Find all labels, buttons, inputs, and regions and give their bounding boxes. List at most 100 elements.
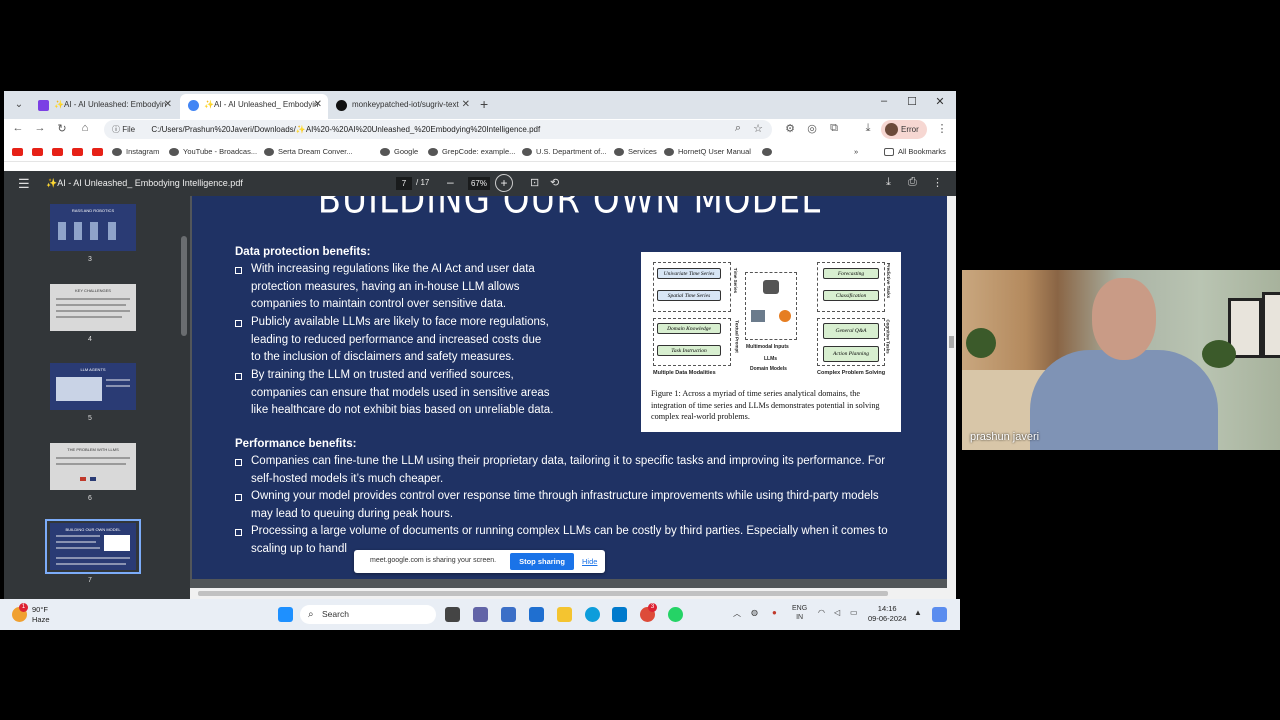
pill-general-qa: General Q&A bbox=[823, 323, 879, 339]
battery-icon[interactable]: ▭ bbox=[850, 608, 858, 617]
all-bookmarks[interactable]: All Bookmarks bbox=[884, 146, 946, 158]
wifi-icon[interactable]: ◠ bbox=[818, 608, 825, 617]
tab-1[interactable]: ✨AI - AI Unleashed: Embodyin ✕ bbox=[30, 94, 178, 119]
url-text: C:/Users/Prashun%20Javeri/Downloads/✨AI%… bbox=[151, 125, 541, 134]
close-window-icon[interactable]: ✕ bbox=[930, 95, 950, 108]
pdf-menu-icon[interactable]: ☰ bbox=[18, 176, 30, 192]
thumbnail-page-7[interactable]: BUILDING OUR OWN MODEL bbox=[50, 523, 136, 570]
fit-page-icon[interactable]: ⊡ bbox=[530, 176, 539, 189]
taskbar-search[interactable]: ⌕ Search bbox=[300, 605, 436, 624]
tray-overflow-icon[interactable]: ︿ bbox=[733, 608, 741, 619]
bookmark-google[interactable]: Google bbox=[380, 146, 418, 158]
bookmark-youtube-broadcast[interactable]: YouTube - Broadcas... bbox=[169, 146, 257, 158]
thumbnail-number: 7 bbox=[88, 577, 92, 584]
forward-icon[interactable]: → bbox=[32, 122, 48, 134]
sidebar-scrollbar[interactable] bbox=[181, 236, 187, 336]
page-total: / 17 bbox=[416, 178, 430, 187]
page-number-input[interactable]: 7 bbox=[396, 177, 412, 190]
tab-3[interactable]: monkeypatched-iot/sugriv-text ✕ bbox=[328, 94, 476, 119]
bookmark-services[interactable]: Services bbox=[614, 146, 657, 158]
pdf-more-icon[interactable]: ⋮ bbox=[932, 176, 943, 189]
bookmarks-overflow-icon[interactable]: » bbox=[854, 146, 858, 158]
rotate-icon[interactable]: ⟲ bbox=[550, 176, 559, 189]
thumbnail-page-3[interactable]: RASS AND ROBOTICS bbox=[50, 204, 136, 251]
home-icon[interactable]: ⌂ bbox=[77, 122, 93, 134]
thumbnail-page-4[interactable]: KEY CHALLENGES bbox=[50, 284, 136, 331]
thumbnail-number: 5 bbox=[88, 415, 92, 422]
windows-taskbar: 1 90°F Haze ⌕ Search 3 ︿ ◍ ● ENG IN ◠ ◁ ▭ 1… bbox=[0, 599, 960, 630]
whatsapp-icon[interactable] bbox=[668, 607, 683, 622]
thumbnail-page-5[interactable]: LLM AGENTS bbox=[50, 363, 136, 410]
youtube-bookmark-icon[interactable] bbox=[92, 148, 103, 156]
youtube-bookmark-icon[interactable] bbox=[72, 148, 83, 156]
bookmark-extra-icon[interactable] bbox=[762, 146, 776, 158]
tab-search-icon[interactable]: ⌄ bbox=[10, 96, 28, 114]
vscode-icon[interactable] bbox=[612, 607, 627, 622]
label-domain-models: Domain Models bbox=[750, 366, 787, 372]
minimize-icon[interactable]: – bbox=[874, 95, 894, 107]
download-icon[interactable]: ⤓ bbox=[860, 122, 876, 135]
youtube-bookmark-icon[interactable] bbox=[32, 148, 43, 156]
document-vertical-scrollbar[interactable] bbox=[947, 196, 956, 588]
maximize-icon[interactable]: ☐ bbox=[902, 95, 922, 108]
bookmark-hornetq[interactable]: HornetQ User Manual bbox=[664, 146, 751, 158]
zoom-input[interactable]: 67% bbox=[468, 177, 490, 190]
browser-toolbar: ← → ↻ ⌂ ⓘ File C:/Users/Prashun%20Javeri… bbox=[4, 119, 956, 141]
new-tab-icon[interactable]: + bbox=[480, 96, 488, 112]
bookmark-serta[interactable]: Serta Dream Conver... bbox=[264, 146, 353, 158]
edge-icon[interactable] bbox=[585, 607, 600, 622]
zoom-icon[interactable]: ⌕ bbox=[730, 122, 746, 135]
file-info-badge[interactable]: ⓘ File bbox=[112, 125, 141, 134]
zoom-out-icon[interactable]: – bbox=[447, 175, 454, 189]
document-horizontal-scrollbar[interactable] bbox=[190, 588, 956, 599]
copilot-icon[interactable] bbox=[932, 607, 947, 622]
hide-button[interactable]: Hide bbox=[582, 557, 597, 566]
back-icon[interactable]: ← bbox=[10, 122, 26, 134]
task-view-icon[interactable] bbox=[445, 607, 460, 622]
volume-icon[interactable]: ◁ bbox=[834, 608, 840, 617]
language-indicator[interactable]: ENG IN bbox=[792, 604, 807, 622]
perf-bullet-2: Owning your model provides control over … bbox=[235, 488, 947, 523]
start-icon[interactable] bbox=[278, 607, 293, 622]
microphone-icon[interactable]: ● bbox=[772, 608, 777, 617]
clock[interactable]: 14:16 09-06-2024 bbox=[868, 604, 906, 624]
youtube-bookmark-icon[interactable] bbox=[12, 148, 23, 156]
extensions-puzzle-icon[interactable]: ⧉ bbox=[826, 122, 842, 135]
reload-icon[interactable]: ↻ bbox=[54, 122, 70, 135]
zoom-in-icon[interactable]: + bbox=[495, 174, 513, 192]
data-bullet-2: Publicly available LLMs are likely to fa… bbox=[235, 314, 635, 367]
youtube-bookmark-icon[interactable] bbox=[52, 148, 63, 156]
tab-2-close-icon[interactable]: ✕ bbox=[314, 94, 322, 116]
profile-error-button[interactable]: Error bbox=[881, 120, 927, 139]
tray-app-icon[interactable]: ◍ bbox=[751, 608, 758, 617]
file-explorer-icon[interactable] bbox=[557, 607, 572, 622]
pdf-download-icon[interactable]: ⤓ bbox=[886, 176, 891, 189]
perf-bullet-1: Companies can fine-tune the LLM using th… bbox=[235, 453, 947, 488]
bookmarks-bar: Instagram YouTube - Broadcas... Serta Dr… bbox=[4, 142, 956, 162]
bookmark-instagram[interactable]: Instagram bbox=[112, 146, 159, 158]
store-icon[interactable] bbox=[529, 607, 544, 622]
tab-3-close-icon[interactable]: ✕ bbox=[462, 94, 470, 116]
notification-icon[interactable]: ▲ bbox=[914, 608, 922, 617]
tab-1-close-icon[interactable]: ✕ bbox=[164, 94, 172, 116]
label-predictive-tasks: Predictive Tasks bbox=[886, 262, 892, 299]
address-bar[interactable]: ⓘ File C:/Users/Prashun%20Javeri/Downloa… bbox=[104, 120, 772, 139]
teams-icon[interactable] bbox=[473, 607, 488, 622]
weather-widget[interactable]: 90°F Haze bbox=[32, 605, 50, 625]
extension-icon[interactable]: ⚙ bbox=[782, 122, 798, 135]
browser-menu-icon[interactable]: ⋮ bbox=[934, 122, 950, 135]
bookmark-us-dept[interactable]: U.S. Department of... bbox=[522, 146, 606, 158]
bookmark-grepcode[interactable]: GrepCode: example... bbox=[428, 146, 515, 158]
stop-sharing-button[interactable]: Stop sharing bbox=[510, 553, 574, 570]
tab-2[interactable]: ✨AI - AI Unleashed_ Embodyin ✕ bbox=[180, 94, 328, 119]
extension-2-icon[interactable]: ◎ bbox=[804, 122, 820, 135]
participant-video-tile[interactable]: prashun javeri bbox=[962, 270, 1280, 450]
app-icon[interactable] bbox=[501, 607, 516, 622]
thumbnail-page-6[interactable]: THE PROBLEM WITH LLMS bbox=[50, 443, 136, 490]
participant-body bbox=[1030, 350, 1218, 450]
label-complex-problem-solving: Complex Problem Solving bbox=[817, 370, 886, 376]
bookmark-star-icon[interactable]: ☆ bbox=[750, 122, 766, 135]
participant-head bbox=[1092, 278, 1156, 360]
pill-spatial: Spatial Time Series bbox=[657, 290, 721, 301]
print-icon[interactable]: ⎙ bbox=[908, 176, 917, 189]
